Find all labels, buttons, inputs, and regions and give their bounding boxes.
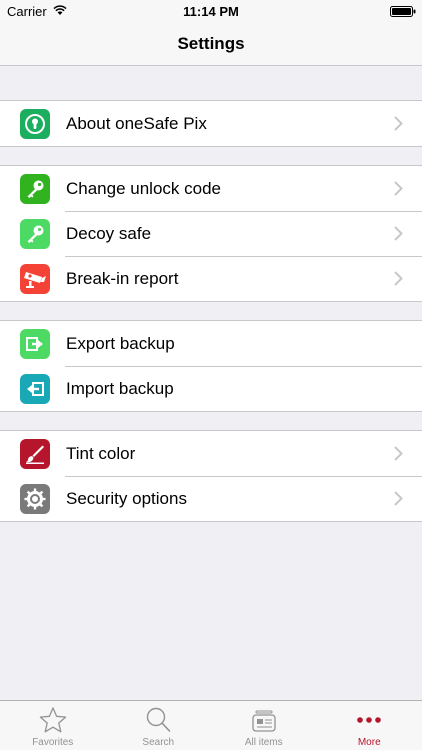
items-icon [211,706,317,734]
tab-label: All items [244,737,283,748]
status-time: 11:14 PM [183,4,239,19]
change-unlock-code-row[interactable]: Change unlock code [0,166,422,211]
gear-icon [20,484,50,514]
tab-favorites[interactable]: Favorites [0,701,106,750]
row-label: Import backup [66,379,174,398]
page-title: Settings [177,34,245,53]
settings-section-security: Change unlock code Decoy safe Break-in r… [0,165,422,302]
key-icon [20,219,50,249]
status-bar: Carrier 11:14 PM [0,0,422,22]
settings-section-appearance: Tint color Security options [0,430,422,522]
row-label: About oneSafe Pix [66,114,207,133]
keyhole-icon [20,109,50,139]
camera-icon [20,264,50,294]
security-options-row[interactable]: Security options [0,476,422,521]
break-in-report-row[interactable]: Break-in report [0,256,422,301]
decoy-safe-row[interactable]: Decoy safe [0,211,422,256]
key-icon [20,174,50,204]
brush-icon [20,439,50,469]
settings-section-about: About oneSafe Pix [0,100,422,147]
tab-more[interactable]: More [317,701,422,750]
battery-icon [390,5,416,20]
tab-label: Search [142,737,175,748]
row-label: Tint color [66,444,136,463]
row-label: Export backup [66,334,175,353]
chevron-right-icon [394,446,403,466]
import-backup-row[interactable]: Import backup [0,366,422,411]
row-label: Change unlock code [66,179,222,198]
navigation-bar: Settings [0,22,422,66]
export-backup-row[interactable]: Export backup [0,321,422,366]
star-icon [0,706,106,734]
tab-label: Favorites [32,737,74,748]
settings-section-backup: Export backup Import backup [0,320,422,412]
chevron-right-icon [394,491,403,511]
import-icon [20,374,50,404]
tab-search[interactable]: Search [106,701,212,750]
about-row[interactable]: About oneSafe Pix [0,101,422,146]
row-label: Decoy safe [66,224,152,243]
row-label: Break-in report [66,269,179,288]
search-icon [106,706,212,734]
settings-screen: Carrier 11:14 PM Settings About oneSafe … [0,0,422,750]
export-icon [20,329,50,359]
row-label: Security options [66,489,187,508]
chevron-right-icon [394,226,403,246]
more-icon [317,706,422,734]
tab-bar: Favorites Search All items More [0,700,422,750]
chevron-right-icon [394,116,403,136]
chevron-right-icon [394,181,403,201]
tint-color-row[interactable]: Tint color [0,431,422,476]
chevron-right-icon [394,271,403,291]
tab-label: More [357,737,381,748]
tab-all-items[interactable]: All items [211,701,317,750]
